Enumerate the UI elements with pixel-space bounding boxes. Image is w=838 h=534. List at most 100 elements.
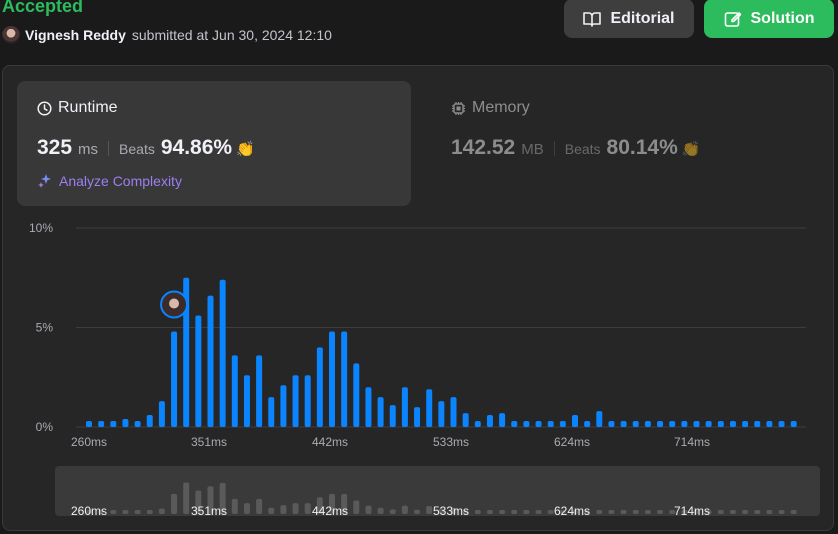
navigator-bar (353, 500, 360, 514)
chart-bar[interactable] (231, 355, 238, 427)
chart-bar[interactable] (693, 421, 700, 427)
navigator-bar (280, 505, 287, 514)
navigator-bar (377, 507, 384, 514)
chart-bar[interactable] (195, 315, 202, 427)
navigator-tick-label: 442ms (312, 504, 348, 518)
chart-bar[interactable] (766, 421, 773, 427)
navigator-bar (365, 505, 372, 514)
chart-bar[interactable] (110, 421, 117, 427)
chart-bar[interactable] (535, 421, 542, 427)
chart-bar[interactable] (365, 387, 372, 427)
chart-bar[interactable] (790, 421, 797, 427)
chart-bar[interactable] (657, 421, 664, 427)
chart-bar[interactable] (596, 411, 603, 427)
chart-bar[interactable] (778, 421, 785, 427)
chart-bar[interactable] (389, 405, 396, 427)
navigator-bar (486, 510, 493, 514)
y-tick-label: 10% (29, 221, 53, 235)
user-name-link[interactable]: Vignesh Reddy (25, 27, 126, 43)
navigator-bar (401, 505, 408, 514)
chart-bar[interactable] (608, 421, 615, 427)
chart-bar[interactable] (426, 389, 433, 427)
navigator-bar (243, 503, 250, 514)
navigator-bar (790, 510, 797, 514)
chart-bar[interactable] (474, 421, 481, 427)
avatar-face (169, 298, 180, 309)
chart-bar[interactable] (462, 413, 469, 427)
chart-bar[interactable] (280, 385, 287, 427)
chart-bar[interactable] (523, 421, 530, 427)
avatar[interactable] (2, 26, 20, 44)
chart-bar[interactable] (681, 421, 688, 427)
navigator-bar (632, 510, 639, 514)
chart-bar[interactable] (754, 421, 761, 427)
chart-bar[interactable] (256, 355, 263, 427)
solution-button[interactable]: Solution (704, 0, 834, 38)
navigator-bar (146, 510, 153, 514)
chart-bar[interactable] (717, 421, 724, 427)
solution-label: Solution (750, 9, 815, 27)
navigator-tick-label: 624ms (554, 504, 590, 518)
chart-bar[interactable] (341, 331, 348, 427)
navigator-bar (292, 503, 299, 514)
chart-bar[interactable] (644, 421, 651, 427)
chart-bar[interactable] (620, 421, 627, 427)
edit-icon (724, 11, 741, 27)
chart-bar[interactable] (584, 421, 591, 427)
chart-bar[interactable] (486, 415, 493, 427)
chart-bar[interactable] (146, 415, 153, 427)
runtime-distribution-chart[interactable]: 10% 5% 0% 260ms 351ms 442ms 533ms 624ms 714ms 260… (3, 66, 833, 530)
chart-bar[interactable] (353, 363, 360, 427)
chart-bar[interactable] (134, 421, 141, 427)
chart-bar[interactable] (292, 375, 299, 427)
chart-bar[interactable] (559, 421, 566, 427)
navigator-bar (644, 510, 651, 514)
navigator-bar (134, 510, 141, 514)
navigator-bar (426, 506, 433, 514)
chart-bar[interactable] (86, 421, 92, 427)
x-tick-label: 714ms (674, 435, 710, 449)
chart-bar[interactable] (414, 407, 421, 427)
chart-bar[interactable] (511, 421, 518, 427)
chart-bar[interactable] (438, 401, 445, 427)
navigator-bar (389, 509, 396, 514)
x-tick-label: 533ms (433, 435, 469, 449)
chart-bar[interactable] (122, 419, 129, 427)
navigator-bar (523, 510, 530, 514)
chart-bar[interactable] (632, 421, 639, 427)
navigator-bar (231, 498, 238, 514)
chart-bar[interactable] (742, 421, 749, 427)
chart-bar[interactable] (377, 397, 384, 427)
chart-bar[interactable] (547, 421, 554, 427)
chart-bar[interactable] (572, 415, 578, 427)
status-label: Accepted (2, 0, 84, 16)
chart-bar[interactable] (316, 347, 323, 427)
navigator-bar (474, 510, 481, 514)
chart-bar[interactable] (158, 401, 165, 427)
chart-bar[interactable] (268, 397, 275, 427)
submission-info: Vignesh Reddy submitted at Jun 30, 2024 … (2, 26, 332, 44)
chart-bar[interactable] (243, 375, 250, 427)
chart-bar[interactable] (219, 279, 226, 427)
chart-bar[interactable] (207, 295, 214, 427)
chart-bar[interactable] (329, 331, 335, 427)
editorial-button[interactable]: Editorial (564, 0, 694, 38)
chart-bar[interactable] (669, 421, 676, 427)
chart-bar[interactable] (499, 413, 506, 427)
navigator-tick-label: 533ms (433, 504, 469, 518)
chart-bar[interactable] (705, 421, 712, 427)
navigator-tick-label: 714ms (674, 504, 710, 518)
navigator-bar (766, 510, 773, 514)
chart-bar[interactable] (304, 375, 311, 427)
navigator-tick-label: 351ms (191, 504, 227, 518)
navigator-tick-label: 260ms (71, 504, 107, 518)
navigator-bar (608, 510, 615, 514)
chart-bar[interactable] (401, 387, 408, 427)
chart-bar[interactable] (729, 421, 736, 427)
chart-bar[interactable] (450, 397, 457, 427)
chart-bar[interactable] (171, 331, 178, 427)
navigator-bar (717, 510, 724, 514)
navigator-bar (304, 503, 311, 514)
navigator-bar (158, 508, 165, 514)
chart-bar[interactable] (98, 421, 105, 427)
